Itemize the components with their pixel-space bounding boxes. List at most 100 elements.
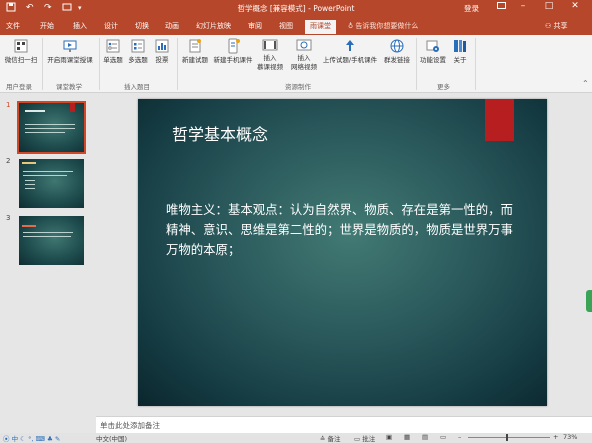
notes-icon: ≙: [320, 435, 326, 443]
start-class-button[interactable]: 开启雨课堂授课: [44, 38, 96, 65]
slide-sorter-icon[interactable]: ▦: [404, 433, 410, 441]
upload-button[interactable]: 上传试题/手机课件: [320, 38, 380, 65]
side-handle[interactable]: [586, 290, 592, 312]
insert-mooc-label: 插入: [263, 54, 277, 62]
share-button[interactable]: ⚇ 共享: [545, 21, 568, 31]
vote-icon: [155, 39, 169, 53]
wechat-scan-label: 微信扫一扫: [4, 56, 38, 64]
multi-choice-icon: [131, 39, 145, 53]
zoom-slider[interactable]: [468, 437, 550, 438]
vote-button[interactable]: 投票: [151, 38, 173, 65]
login-link[interactable]: 登录: [464, 3, 479, 14]
tab-slideshow[interactable]: 幻灯片放映: [196, 21, 231, 31]
insert-mooc-label-2: 慕课视频: [257, 63, 283, 71]
input-method-icon[interactable]: ⦿: [3, 435, 10, 443]
keyboard-icon[interactable]: ⌨: [35, 435, 44, 443]
tools-icon[interactable]: ✎: [55, 435, 60, 443]
single-choice-label: 单选题: [103, 56, 123, 64]
normal-view-icon[interactable]: ▣: [386, 433, 392, 441]
thumbnail-number: 3: [6, 214, 11, 222]
zoom-level[interactable]: 73%: [563, 433, 577, 441]
about-button[interactable]: 关于: [449, 38, 471, 65]
zoom-out-icon[interactable]: –: [458, 433, 461, 441]
close-icon[interactable]: ✕: [568, 1, 582, 11]
tab-view[interactable]: 视图: [279, 21, 293, 31]
tab-animations[interactable]: 动画: [165, 21, 179, 31]
start-class-label: 开启雨课堂授课: [47, 56, 93, 64]
group-separator: [42, 38, 43, 90]
collapse-ribbon-icon[interactable]: ⌃: [582, 79, 589, 88]
comments-toggle[interactable]: ▭ 批注: [354, 433, 375, 443]
notes-label: 备注: [327, 435, 341, 443]
group-separator: [99, 38, 100, 90]
tab-design[interactable]: 设计: [104, 21, 118, 31]
comments-label: 批注: [362, 435, 376, 443]
tab-transitions[interactable]: 切换: [135, 21, 149, 31]
maximize-icon[interactable]: □: [542, 1, 556, 11]
multi-choice-button[interactable]: 多选题: [126, 38, 150, 65]
group-separator: [475, 38, 476, 90]
settings-label: 功能设置: [420, 56, 446, 64]
new-question-button[interactable]: 新建试题: [179, 38, 211, 65]
minimize-icon[interactable]: –: [516, 1, 530, 11]
chinese-mode-icon[interactable]: 中: [12, 435, 19, 443]
about-label: 关于: [453, 56, 467, 64]
single-choice-button[interactable]: 单选题: [101, 38, 125, 65]
zoom-in-icon[interactable]: +: [553, 433, 558, 441]
title-bar: ↶ ↷ ▾ 哲学概念 [兼容模式] - PowerPoint 登录 – □ ✕: [0, 0, 592, 17]
tab-file[interactable]: 文件: [6, 21, 20, 31]
zoom-slider-thumb[interactable]: [506, 434, 508, 441]
slide-thumbnails-pane: 1 2 3: [0, 93, 96, 416]
slide-body-text[interactable]: 唯物主义：基本观点：认为自然界、物质、存在是第一性的，而精神、意识、思维是第二性…: [166, 200, 516, 260]
comment-icon: ▭: [354, 435, 361, 443]
upload-icon: [346, 40, 354, 51]
ribbon-display-icon[interactable]: [494, 1, 508, 13]
notes-toggle[interactable]: ≙ 备注: [320, 433, 341, 443]
tab-home[interactable]: 开始: [40, 21, 54, 31]
teach-icon: [63, 40, 77, 52]
lightbulb-icon: ♁: [348, 22, 354, 30]
slide-title[interactable]: 哲学基本概念: [172, 121, 268, 145]
upload-label: 上传试题/手机课件: [322, 56, 378, 64]
slide-thumbnail-3[interactable]: [19, 216, 84, 265]
ribbon: 微信扫一扫 开启雨课堂授课 单选题 多选题 投票 新建试题 新建手机课件 插入 …: [0, 35, 592, 93]
insert-network-video-button[interactable]: 插入 网络视频: [287, 38, 321, 72]
moon-icon[interactable]: ☾: [20, 435, 26, 443]
skin-icon[interactable]: ♣: [47, 435, 53, 443]
ribbon-tabs: 文件 开始 插入 设计 切换 动画 幻灯片放映 审阅 视图 雨课堂 ♁ 告诉我你…: [0, 17, 592, 35]
new-question-label: 新建试题: [182, 56, 208, 64]
slideshow-view-icon[interactable]: ▭: [440, 433, 446, 441]
slide-canvas[interactable]: 哲学基本概念 唯物主义：基本观点：认为自然界、物质、存在是第一性的，而精神、意识…: [138, 99, 547, 406]
tell-me-placeholder: 告诉我你想要做什么: [355, 22, 419, 30]
slide-taskbar-icons: ⦿ 中 ☾ °, ⌨ ♣ ✎: [3, 433, 60, 443]
network-video-icon: [296, 39, 312, 51]
mooc-video-icon: [262, 39, 278, 51]
broadcast-link-label: 群发链接: [384, 56, 410, 64]
share-label: 共享: [553, 22, 568, 30]
book-icon: [454, 40, 466, 52]
group-label-class: 课堂教学: [56, 83, 82, 91]
slide-thumbnail-2[interactable]: [19, 159, 84, 208]
globe-icon: [390, 39, 404, 53]
group-label-login: 用户登录: [6, 83, 32, 91]
wechat-scan-button[interactable]: 微信扫一扫: [2, 38, 40, 65]
broadcast-link-button[interactable]: 群发链接: [381, 38, 413, 65]
language-status[interactable]: 中文(中国): [96, 433, 127, 443]
settings-button[interactable]: 功能设置: [418, 38, 448, 65]
tell-me-search[interactable]: ♁ 告诉我你想要做什么: [348, 21, 418, 31]
reading-view-icon[interactable]: ▤: [422, 433, 428, 441]
new-question-icon: [189, 39, 201, 53]
notes-pane[interactable]: 单击此处添加备注: [96, 416, 592, 434]
tab-rain-classroom[interactable]: 雨课堂: [305, 20, 336, 34]
slide-red-bookmark: [485, 99, 514, 141]
slide-thumbnail-1[interactable]: [17, 101, 86, 154]
insert-mooc-video-button[interactable]: 插入 慕课视频: [255, 38, 285, 72]
group-separator: [416, 38, 417, 90]
multi-choice-label: 多选题: [128, 56, 148, 64]
thumbnail-number: 2: [6, 157, 11, 165]
vote-label: 投票: [155, 56, 169, 64]
new-mobile-courseware-button[interactable]: 新建手机课件: [211, 38, 255, 65]
tab-insert[interactable]: 插入: [73, 21, 87, 31]
punctuation-icon[interactable]: °,: [28, 435, 33, 443]
tab-review[interactable]: 审阅: [248, 21, 262, 31]
